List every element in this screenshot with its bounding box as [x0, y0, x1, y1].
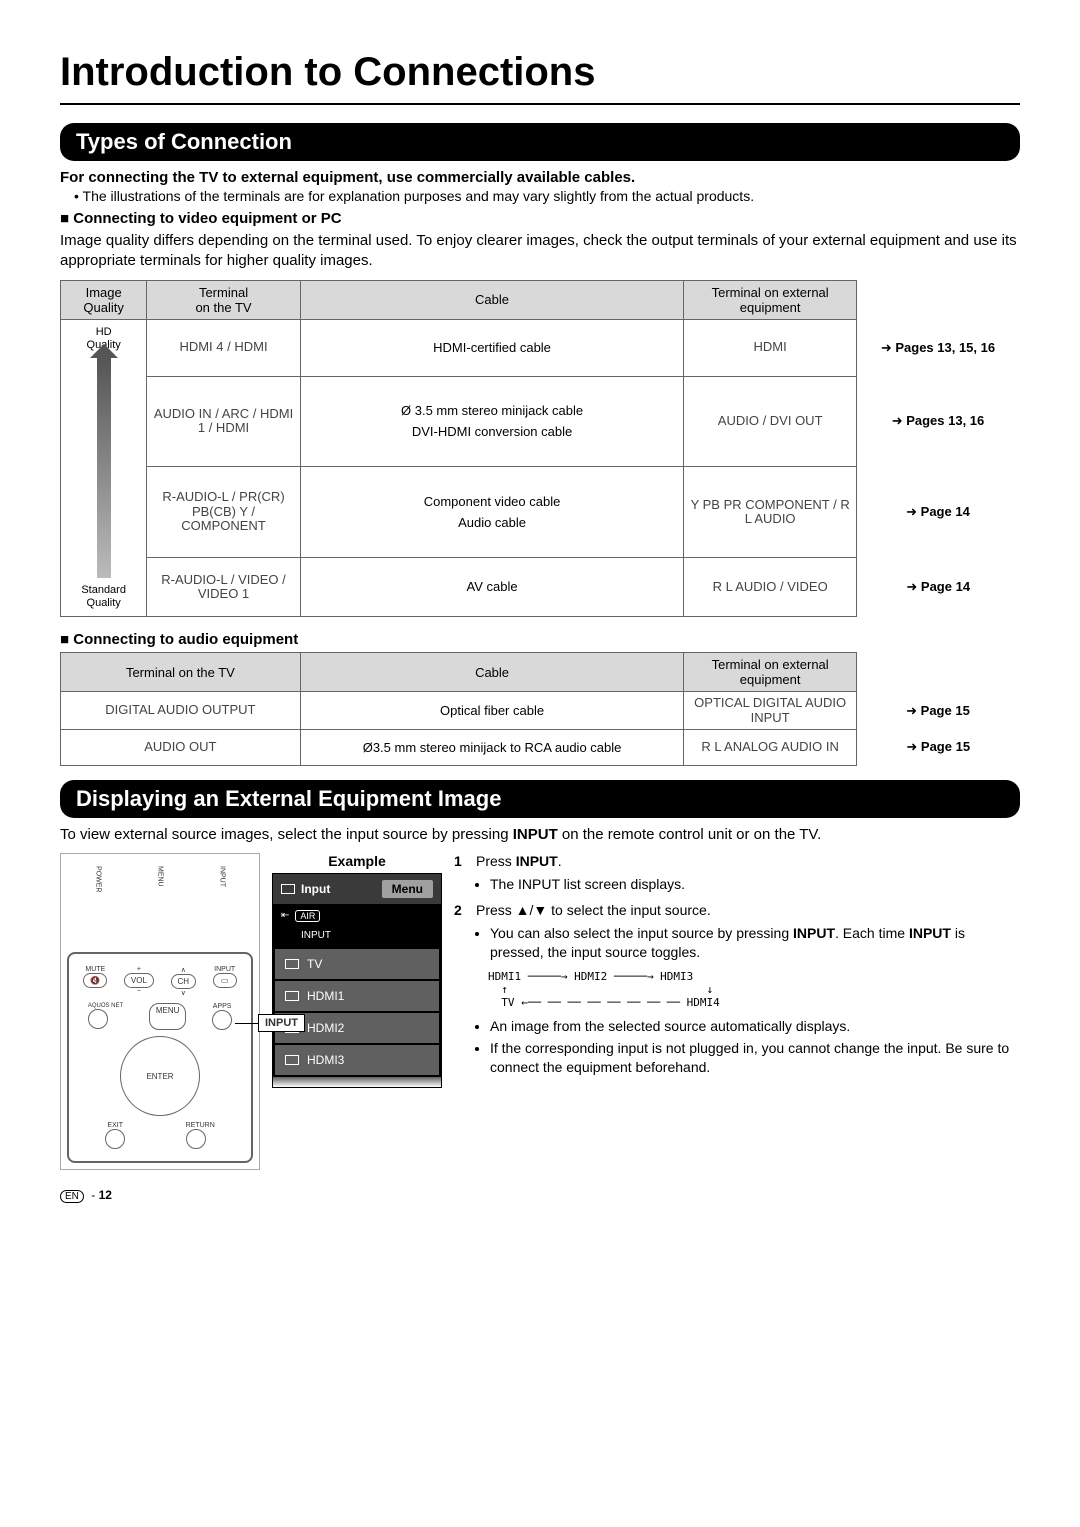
tv-icon [281, 884, 295, 894]
osd-item-hdmi1: HDMI1 [275, 981, 439, 1011]
page-footer: EN - 12 [60, 1188, 1020, 1202]
th-cable: Cable [300, 280, 684, 319]
th-tv-terminal: Terminal on the TV [147, 280, 300, 319]
intro-bullet: • The illustrations of the terminals are… [74, 188, 1020, 204]
cable-dvi: Ø 3.5 mm stereo minijack cable DVI-HDMI … [300, 376, 684, 466]
audio-connection-table: Terminal on the TV Cable Terminal on ext… [60, 652, 1020, 766]
tv-term-optical: DIGITAL AUDIO OUTPUT [61, 692, 301, 730]
cable-analog: Ø3.5 mm stereo minijack to RCA audio cab… [300, 729, 684, 765]
subhead-video: Connecting to video equipment or PC [60, 210, 1020, 227]
input-toggle-diagram: HDMI1 ─────→ HDMI2 ─────→ HDMI3 ↑ ↓ TV ←… [488, 970, 1020, 1009]
pages-av: Page 14 [856, 557, 1019, 617]
th-ext-terminal: Terminal on external equipment [684, 280, 857, 319]
remote-control-diagram: POWER MENU INPUT MUTE🔇 +VOL− ∧CH∨ INPUT▭… [60, 853, 260, 1170]
pages-hdmi: Pages 13, 15, 16 [856, 319, 1019, 376]
th-audio-ext: Terminal on external equipment [684, 653, 857, 692]
ext-term-component: Y PB PR COMPONENT / R L AUDIO [684, 467, 857, 557]
subhead-audio: Connecting to audio equipment [60, 631, 1020, 648]
cable-optical: Optical fiber cable [300, 692, 684, 730]
input-callout-label: INPUT [258, 1014, 305, 1032]
example-label: Example [272, 853, 442, 869]
osd-example: Example Input Menu ⇤ AIR INPUT TV HDMI1 … [272, 853, 442, 1088]
antenna-icon: ⇤ [281, 910, 289, 921]
pages-optical: Page 15 [856, 692, 1019, 730]
tv-term-component: R-AUDIO-L / PR(CR) PB(CB) Y / COMPONENT [147, 467, 300, 557]
ext-term-analog: R L ANALOG AUDIO IN [684, 729, 857, 765]
video-connection-table: Image Quality Terminal on the TV Cable T… [60, 280, 1020, 618]
page-title: Introduction to Connections [60, 50, 1020, 105]
section-displaying-external: Displaying an External Equipment Image [60, 780, 1020, 818]
quality-gradient-arrow-icon [97, 358, 111, 578]
ext-term-optical: OPTICAL DIGITAL AUDIO INPUT [684, 692, 857, 730]
osd-item-tv: TV [275, 949, 439, 979]
cable-component: Component video cable Audio cable [300, 467, 684, 557]
tv-term-dvi: AUDIO IN / ARC / HDMI 1 / HDMI [147, 376, 300, 466]
desc-video: Image quality differs depending on the t… [60, 231, 1020, 272]
cable-hdmi: HDMI-certified cable [300, 319, 684, 376]
intro-bold: For connecting the TV to external equipm… [60, 169, 1020, 186]
ext-term-av: R L AUDIO / VIDEO [684, 557, 857, 617]
pages-analog: Page 15 [856, 729, 1019, 765]
section-types-of-connection: Types of Connection [60, 123, 1020, 161]
cable-av: AV cable [300, 557, 684, 617]
th-audio-tv: Terminal on the TV [61, 653, 301, 692]
th-audio-cable: Cable [300, 653, 684, 692]
osd-menu-button: Menu [382, 880, 433, 898]
osd-item-hdmi3: HDMI3 [275, 1045, 439, 1075]
hdmi-item-icon [285, 1055, 299, 1065]
std-quality-label: Standard Quality [67, 584, 140, 610]
hdmi-item-icon [285, 991, 299, 1001]
pages-component: Page 14 [856, 467, 1019, 557]
steps-list: 1 Press INPUT. The INPUT list screen dis… [454, 853, 1020, 1085]
pages-dvi: Pages 13, 16 [856, 376, 1019, 466]
th-quality: Image Quality [61, 280, 147, 319]
tv-term-hdmi: HDMI 4 / HDMI [147, 319, 300, 376]
ext-term-dvi: AUDIO / DVI OUT [684, 376, 857, 466]
tv-term-analog: AUDIO OUT [61, 729, 301, 765]
display-desc: To view external source images, select t… [60, 826, 1020, 843]
ext-term-hdmi: HDMI [684, 319, 857, 376]
tv-term-av: R-AUDIO-L / VIDEO / VIDEO 1 [147, 557, 300, 617]
quality-column: HD Quality Standard Quality [61, 319, 147, 617]
tv-item-icon [285, 959, 299, 969]
